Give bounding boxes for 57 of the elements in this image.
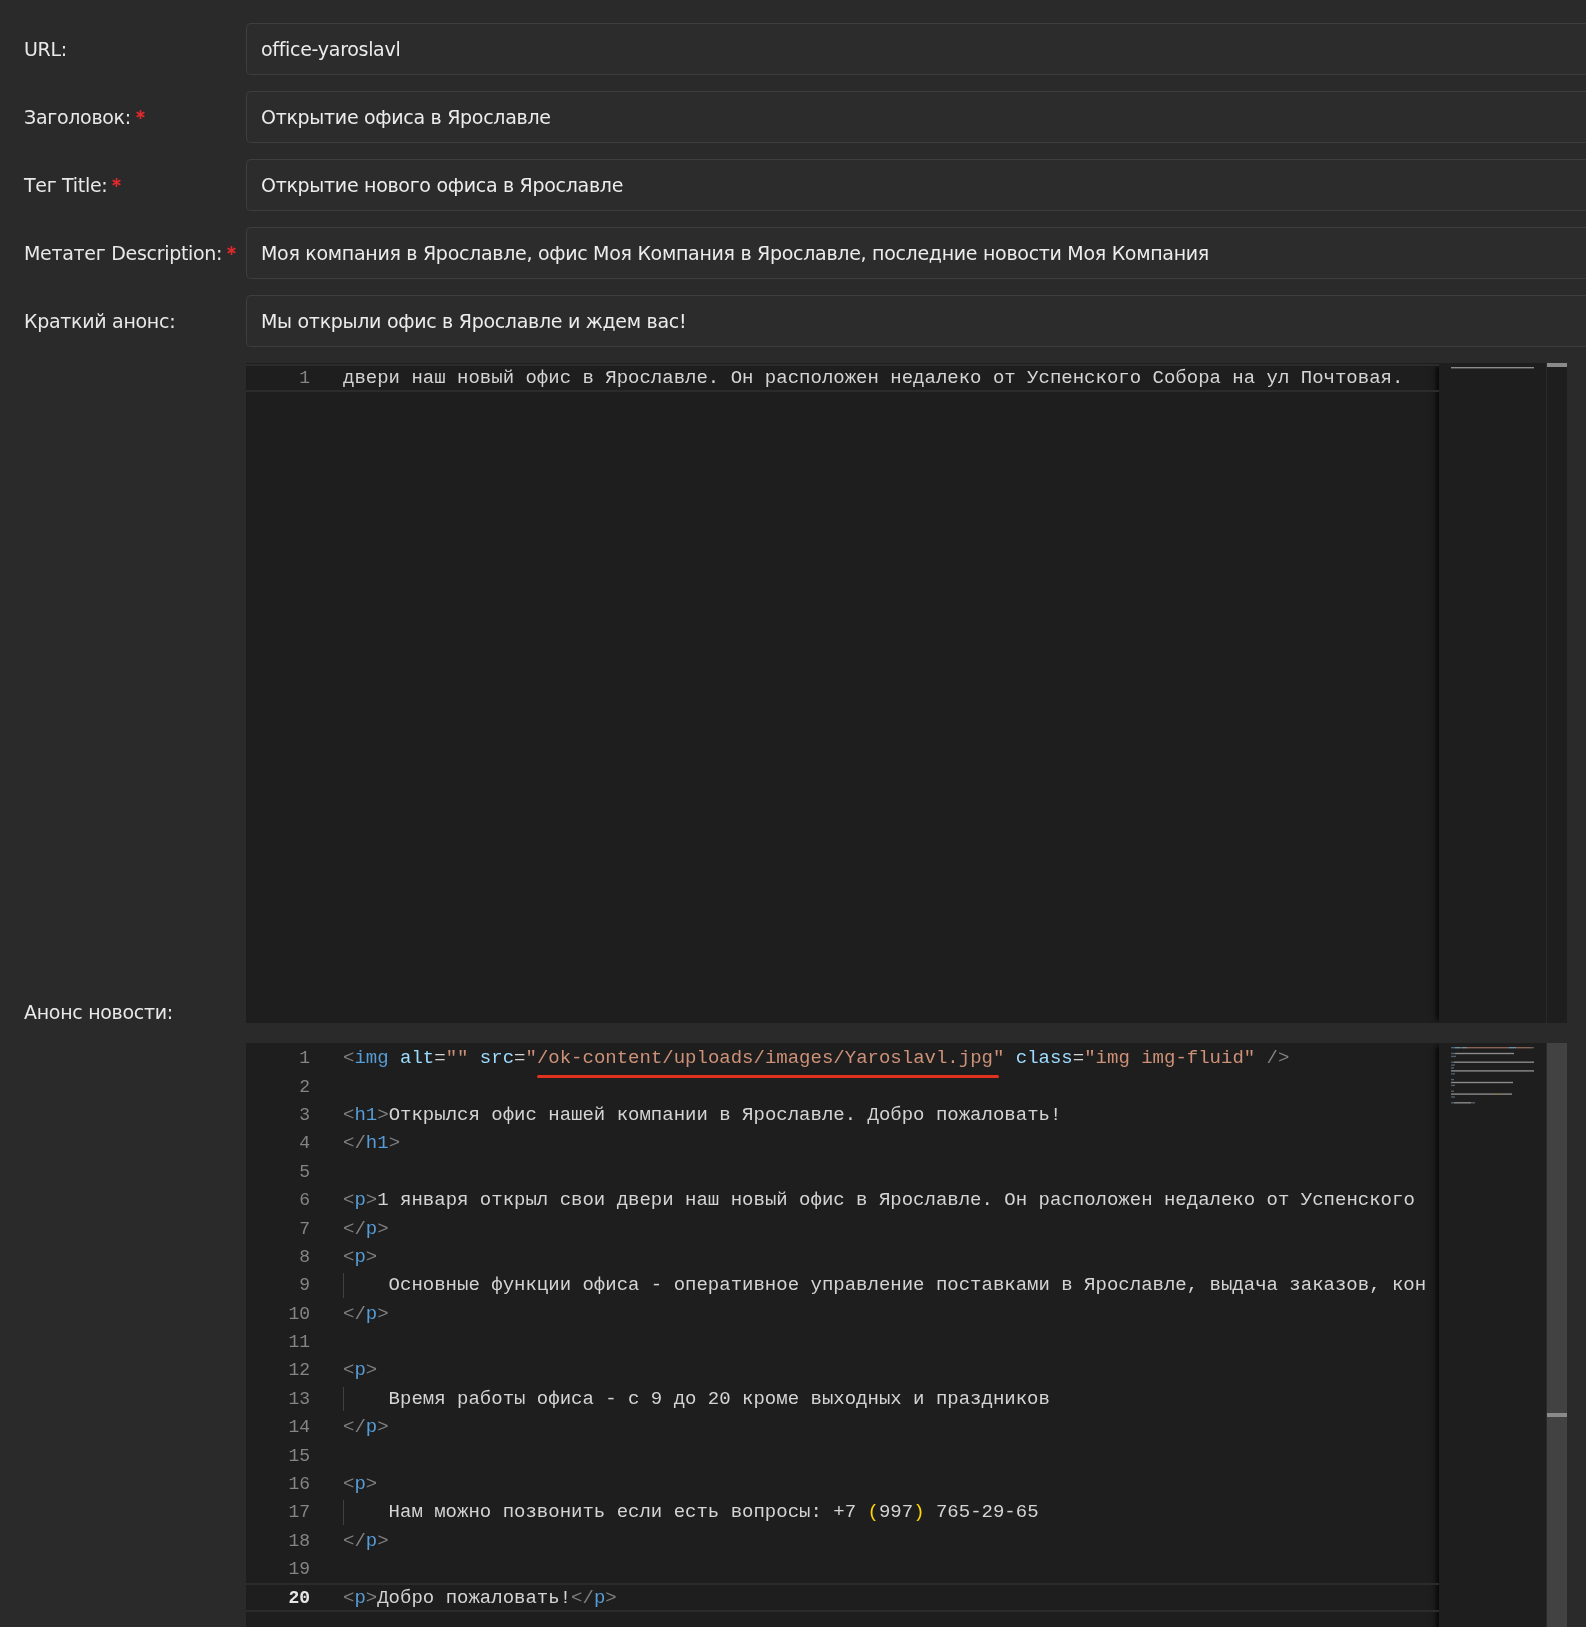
minimap-drawing[interactable] [1439, 1043, 1546, 1627]
line-number: 14 [287, 1417, 310, 1438]
field-label: Анонс новости: [24, 1001, 173, 1023]
code-line: </p> [343, 1528, 389, 1553]
field-label: Заголовок: [24, 106, 131, 128]
line-number: 20 [287, 1587, 310, 1608]
required-icon [227, 246, 237, 255]
line-number: 12 [287, 1360, 310, 1381]
line-number: 4 [298, 1133, 310, 1154]
line-number: 16 [287, 1474, 310, 1495]
field-label: Краткий анонс: [24, 310, 176, 332]
input-field[interactable]: Открытие нового офиса в Ярославле [246, 159, 1586, 211]
code-line: </p> [343, 1301, 389, 1326]
line-number: 13 [287, 1388, 310, 1409]
line-number: 18 [287, 1530, 310, 1551]
line-number: 1 [298, 368, 310, 389]
code-line: <p> [343, 1472, 378, 1497]
field-label: URL: [24, 38, 67, 60]
required-icon [112, 178, 122, 187]
required-icon [135, 110, 145, 119]
code-line: Время работы офиса - с 9 до 20 кроме выходных и праздников [387, 1386, 1050, 1411]
line-number: 17 [287, 1502, 310, 1523]
line-number: 8 [298, 1246, 310, 1267]
line-number: 6 [298, 1190, 310, 1211]
code-line: <img alt="" src="/ok-content/uploads/images/Yaroslavl.jpg" class="img img-fluid" /> [343, 1046, 1290, 1071]
field-label: Тег Title: [24, 174, 108, 196]
input-field[interactable]: Мы открыли офис в Ярославле и ждем вас! [246, 295, 1586, 347]
code-line: двери наш новый офис в Ярославле. Он расположен недалеко от Успенского Собора на ул Почтовая. [343, 366, 1404, 391]
code-line: <h1>Открылся офис нашей компании в Ярославле. Добро пожаловать! [343, 1102, 1062, 1127]
line-number: 1 [298, 1048, 310, 1069]
line-number: 7 [298, 1218, 310, 1239]
line-number: 3 [298, 1104, 310, 1125]
line-number: 11 [287, 1332, 310, 1353]
code-editor[interactable]: 1 двери наш новый офис в Ярославле. Он расположен недалеко от Успенского Собора на ул Почтовая. [246, 363, 1567, 1023]
input-field[interactable]: Открытие офиса в Ярославле [246, 91, 1586, 143]
line-number: 15 [287, 1445, 310, 1466]
input-field[interactable]: office-yaroslavl [246, 23, 1586, 75]
field-label: Метатег Description: [24, 242, 223, 264]
code-editor[interactable] [246, 1043, 1567, 1627]
code-line: </p> [343, 1415, 389, 1440]
scrollbar[interactable] [1546, 1043, 1567, 1627]
input-field[interactable]: Моя компания в Ярославле, офис Моя Компания в Ярославле, последние новости Моя Компания [246, 227, 1586, 279]
code-line: <p>1 января открыл свои двери наш новый офис в Ярославле. Он расположен недалеко от Успенского [343, 1188, 1415, 1213]
line-number: 9 [298, 1275, 310, 1296]
code-line: </h1> [343, 1131, 401, 1156]
code-line: Основные функции офиса - оперативное управление поставками в Ярославле, выдача заказов, кон [387, 1273, 1427, 1298]
line-number: 19 [287, 1559, 310, 1580]
code-line: <p> [343, 1244, 378, 1269]
code-line: <p>Добро пожаловать!</p> [343, 1585, 617, 1610]
code-line: </p> [343, 1216, 389, 1241]
line-number: 2 [298, 1076, 310, 1097]
minimap-drawing[interactable] [1439, 363, 1546, 1023]
scrollbar[interactable] [1546, 363, 1567, 1023]
line-number: 5 [298, 1161, 310, 1182]
code-line: Нам можно позвонить если есть вопросы: +7 (997) 765-29-65 [387, 1500, 1039, 1525]
line-number: 10 [287, 1303, 310, 1324]
code-line: <p> [343, 1358, 378, 1383]
